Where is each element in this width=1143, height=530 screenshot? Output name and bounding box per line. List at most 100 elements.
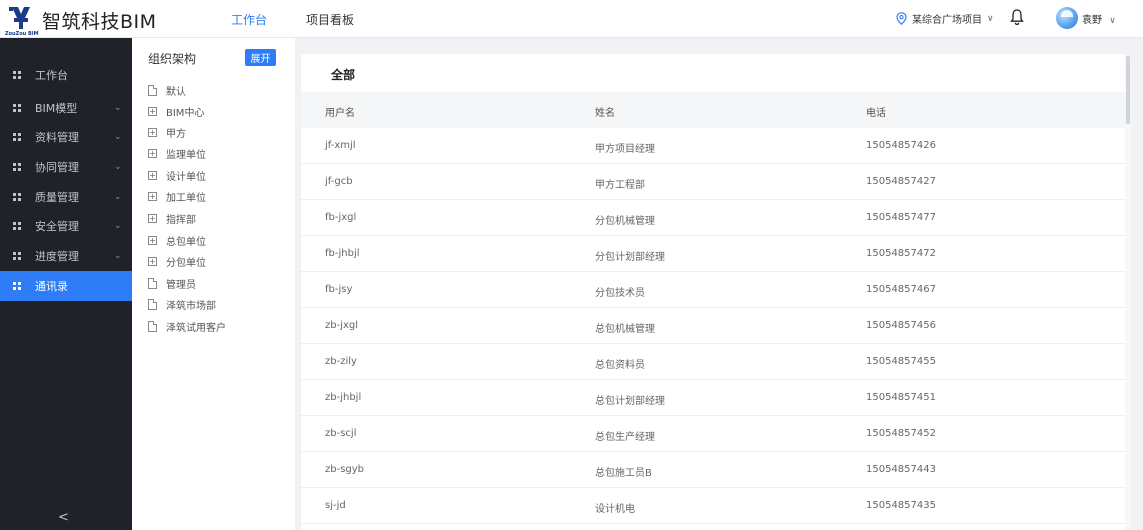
tree-node-processing[interactable]: + 加工单位 [147, 187, 206, 205]
tab-workbench[interactable]: 工作台 [231, 11, 267, 28]
table-row[interactable]: zb-jxgl 总包机械管理 15054857456 [301, 308, 1129, 344]
cell-phone: 15054857427 [866, 176, 936, 187]
cell-name: 总包生产经理 [595, 432, 655, 443]
cell-username: zb-jhbjl [325, 392, 362, 403]
user-avatar[interactable] [1056, 7, 1078, 29]
table-row[interactable]: sj-jd 设计机电 15054857435 [301, 488, 1129, 524]
sidebar-item-label: 工作台 [35, 69, 68, 82]
cell-name: 甲方项目经理 [595, 144, 655, 155]
cell-phone: 15054857426 [866, 140, 936, 151]
project-name: 某综合广场项目 [912, 15, 982, 26]
cell-phone: 15054857435 [866, 500, 936, 511]
grid-icon [13, 222, 21, 230]
cell-phone: 15054857467 [866, 284, 936, 295]
tree-node-admin[interactable]: 管理员 [147, 274, 196, 292]
tree-node-label: 泽筑试用客户 [166, 322, 226, 334]
sidebar-item-collaboration[interactable]: 协同管理 ⌄ [0, 152, 132, 182]
plus-box-icon: + [148, 213, 157, 223]
sidebar-item-safety[interactable]: 安全管理 ⌄ [0, 211, 132, 241]
cell-username: zb-zily [325, 356, 357, 367]
sidebar-item-documents[interactable]: 资料管理 ⌄ [0, 122, 132, 152]
logo-mark-icon [9, 7, 30, 29]
plus-box-icon: + [148, 127, 157, 137]
expand-button[interactable]: 展开 [245, 49, 276, 66]
bell-icon[interactable] [1010, 8, 1024, 26]
scrollbar-thumb[interactable] [1126, 56, 1130, 124]
tree-node-marketing[interactable]: 泽筑市场部 [147, 295, 216, 313]
cell-username: sj-jd [325, 500, 346, 511]
document-icon [148, 298, 157, 310]
table-row[interactable]: jf-xmjl 甲方项目经理 15054857426 [301, 128, 1129, 164]
tree-node-general-contractor[interactable]: + 总包单位 [147, 231, 206, 249]
tree-node-label: 管理员 [166, 279, 196, 291]
tree-node-label: 指挥部 [166, 214, 196, 226]
location-pin-icon [896, 12, 907, 25]
table-row[interactable]: jf-gcb 甲方工程部 15054857427 [301, 164, 1129, 200]
sidebar-item-bim-model[interactable]: BIM模型 ⌄ [0, 93, 132, 123]
org-tree-title: 组织架构 [148, 52, 197, 66]
table-row[interactable]: zb-scjl 总包生产经理 15054857452 [301, 416, 1129, 452]
chevron-down-icon: ⌄ [114, 221, 122, 231]
tree-node-label: 分包单位 [166, 257, 206, 269]
sidebar-item-workbench[interactable]: 工作台 [0, 60, 132, 90]
cell-phone: 15054857452 [866, 428, 936, 439]
cell-phone: 15054857451 [866, 392, 936, 403]
tree-node-design[interactable]: + 设计单位 [147, 166, 206, 184]
tab-project-board[interactable]: 项目看板 [306, 11, 354, 28]
tree-node-owner[interactable]: + 甲方 [147, 123, 186, 141]
plus-box-icon: + [148, 235, 157, 245]
table-row[interactable]: zb-zily 总包资料员 15054857455 [301, 344, 1129, 380]
table-row[interactable]: fb-jxgl 分包机械管理 15054857477 [301, 200, 1129, 236]
sidebar-item-label: 进度管理 [35, 250, 79, 263]
grid-icon [13, 163, 21, 171]
cell-phone: 15054857443 [866, 464, 936, 475]
tree-node-subcontractor[interactable]: + 分包单位 [147, 252, 206, 270]
tree-node-label: 泽筑市场部 [166, 300, 216, 312]
sidebar-item-label: 通讯录 [35, 280, 68, 293]
sidebar-item-schedule[interactable]: 进度管理 ⌄ [0, 241, 132, 271]
tree-node-label: 监理单位 [166, 149, 206, 161]
user-menu[interactable]: 袁野 ∨ [1082, 11, 1116, 26]
table-row[interactable]: zb-sgyb 总包施工员B 15054857443 [301, 452, 1129, 488]
scrollbar-track[interactable] [1125, 54, 1131, 530]
sidebar-item-label: 质量管理 [35, 191, 79, 204]
grid-icon [13, 104, 21, 112]
grid-icon [13, 282, 21, 290]
tree-node-bim-center[interactable]: + BIM中心 [147, 102, 204, 120]
document-icon [148, 84, 157, 96]
cell-phone: 15054857456 [866, 320, 936, 331]
document-icon [148, 277, 157, 289]
cell-username: fb-jsy [325, 284, 353, 295]
grid-icon [13, 71, 21, 79]
table-row[interactable]: fb-jsy 分包技术员 15054857467 [301, 272, 1129, 308]
project-selector[interactable]: 某综合广场项目 ∨ [896, 11, 994, 26]
tree-node-command[interactable]: + 指挥部 [147, 209, 196, 227]
table-row[interactable]: fb-jhbjl 分包计划部经理 15054857472 [301, 236, 1129, 272]
tree-node-label: 总包单位 [166, 236, 206, 248]
brand-logo[interactable]: ZouZou BIM [4, 4, 40, 37]
tree-node-label: 默认 [166, 86, 186, 98]
column-header-phone: 电话 [866, 108, 886, 119]
chevron-down-icon: ∨ [987, 13, 994, 24]
cell-name: 总包计划部经理 [595, 396, 665, 407]
tree-node-default[interactable]: 默认 [147, 81, 186, 99]
cell-phone: 15054857477 [866, 212, 936, 223]
plus-box-icon: + [148, 256, 157, 266]
sidebar-item-label: 资料管理 [35, 131, 79, 144]
sidebar-item-contacts[interactable]: 通讯录 [0, 271, 132, 301]
grid-icon [13, 133, 21, 141]
sidebar-item-label: 协同管理 [35, 161, 79, 174]
table-row[interactable]: zb-jhbjl 总包计划部经理 15054857451 [301, 380, 1129, 416]
tree-node-trial-customers[interactable]: 泽筑试用客户 [147, 317, 226, 335]
tree-node-supervision[interactable]: + 监理单位 [147, 144, 206, 162]
sidebar-item-label: BIM模型 [35, 102, 78, 115]
cell-username: zb-scjl [325, 428, 357, 439]
collapse-sidebar-button[interactable]: < [58, 510, 69, 525]
plus-box-icon: + [148, 170, 157, 180]
table-header: 用户名 姓名 电话 [301, 92, 1129, 128]
contacts-panel: 全部 用户名 姓名 电话 jf-xmjl 甲方项目经理 15054857426 … [301, 54, 1129, 530]
tree-node-label: 甲方 [166, 128, 186, 140]
brand-title: 智筑科技BIM [42, 11, 157, 33]
cell-name: 总包资料员 [595, 360, 645, 371]
sidebar-item-quality[interactable]: 质量管理 ⌄ [0, 182, 132, 212]
